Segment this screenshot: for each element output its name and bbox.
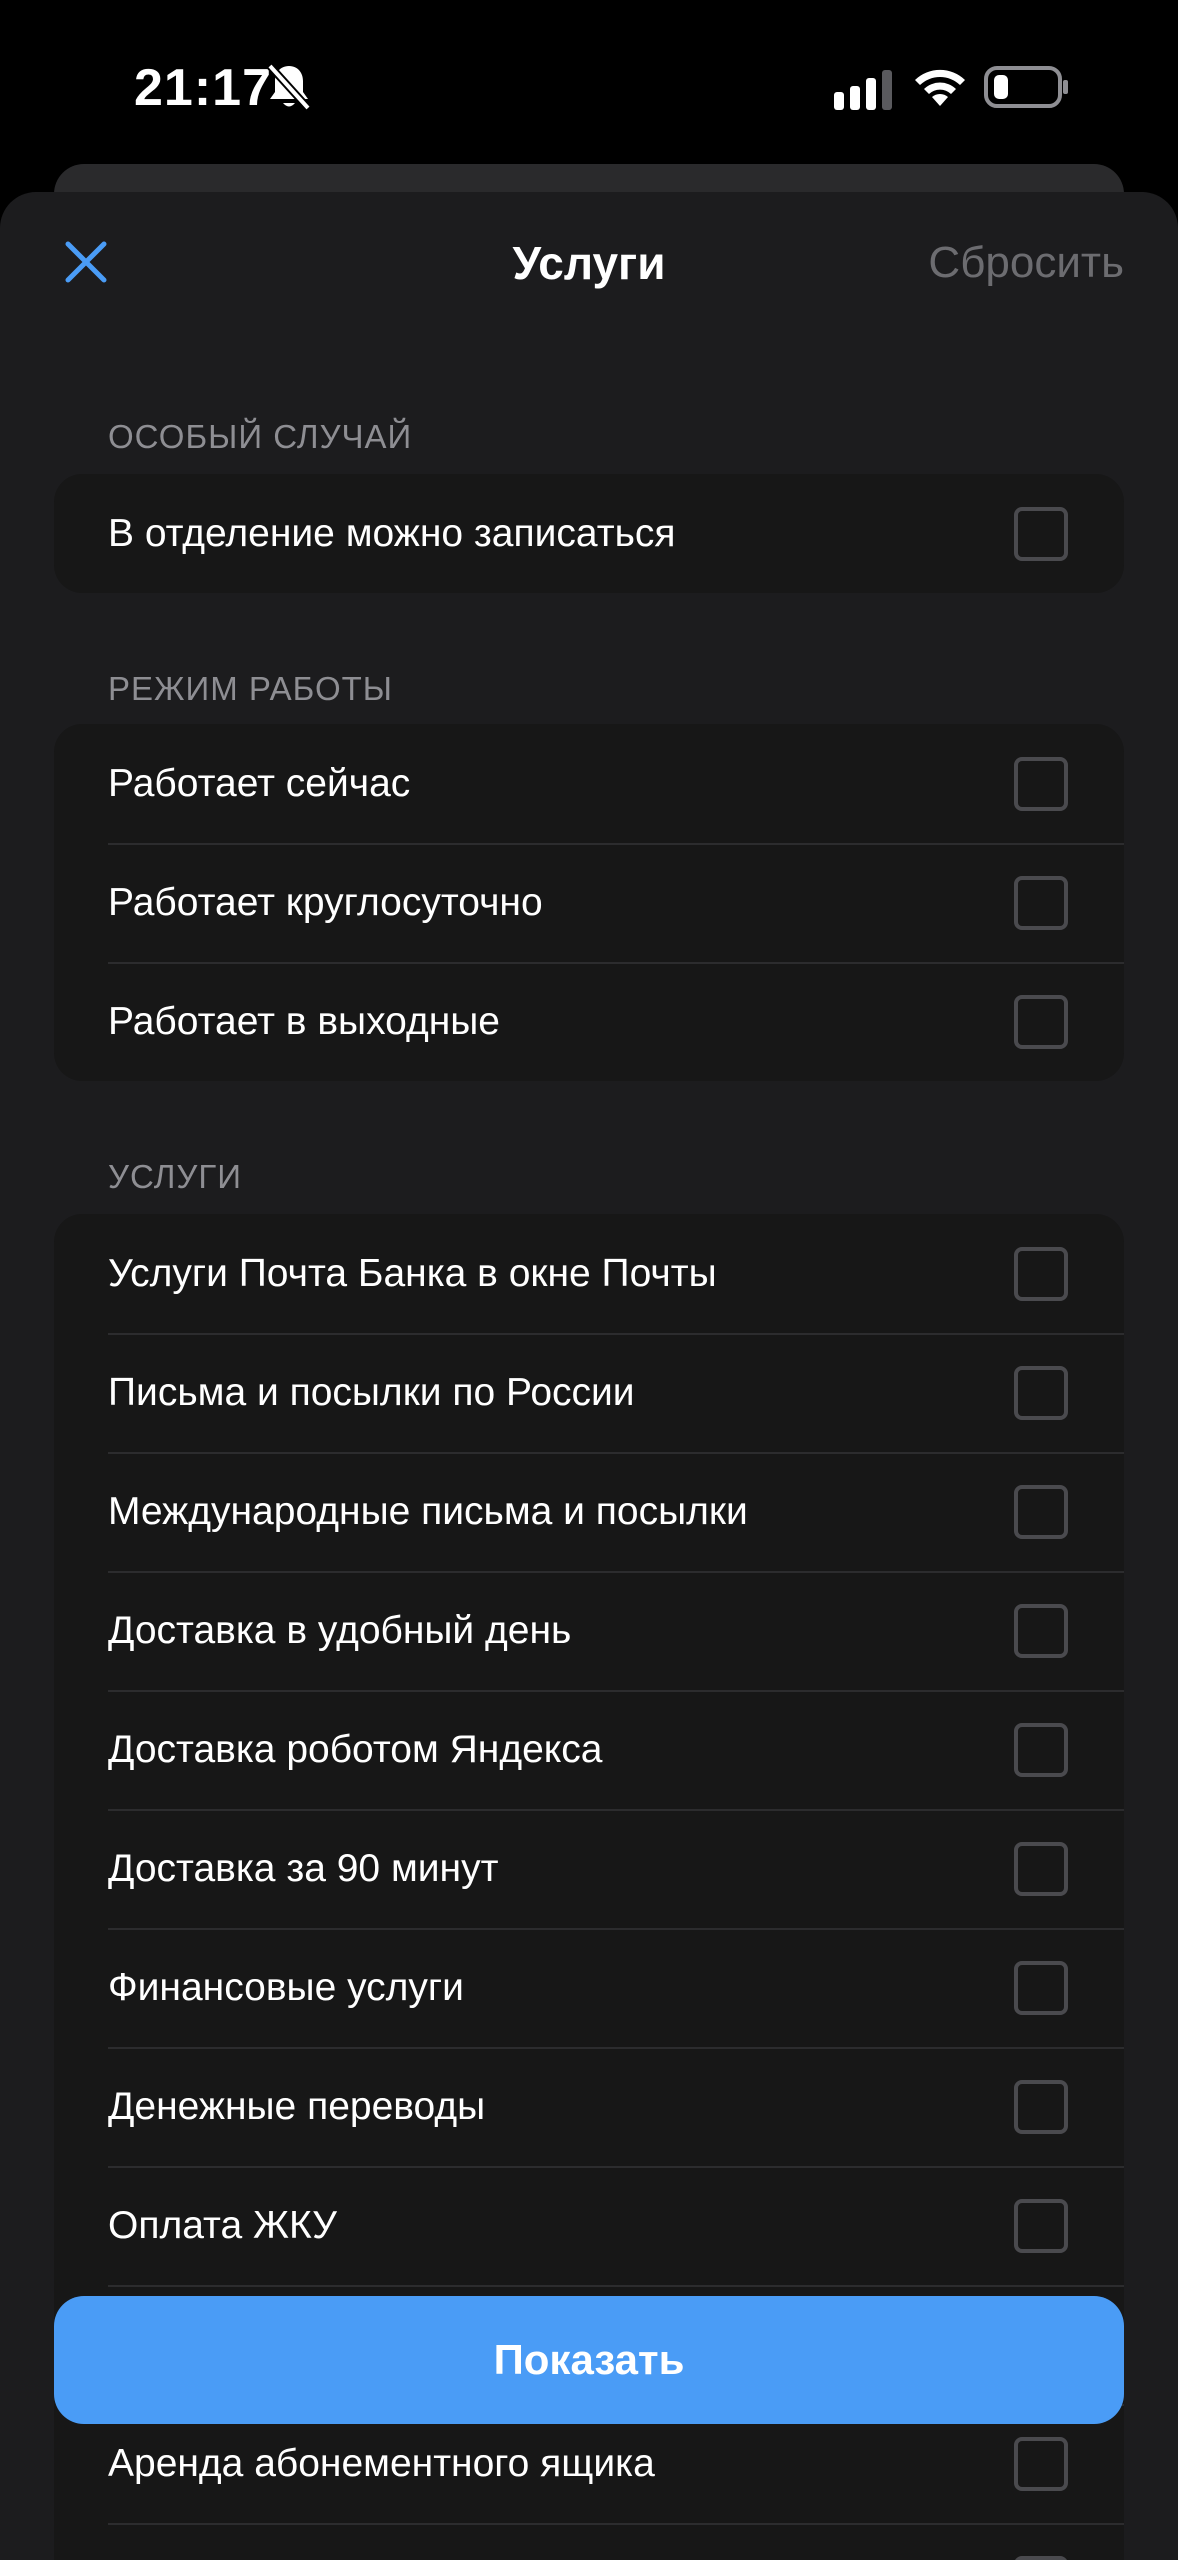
section-group-working-hours: Работает сейчас Работает круглосуточно Р…: [54, 724, 1124, 1081]
filter-row[interactable]: Работает сейчас: [54, 724, 1124, 843]
filter-row[interactable]: В отделение можно записаться: [54, 474, 1124, 593]
filter-sheet: Услуги Сбросить ОСОБЫЙ СЛУЧАЙ В отделени…: [0, 192, 1178, 2560]
filter-row-label: Работает в выходные: [108, 999, 500, 1043]
filter-row[interactable]: Доставка за 90 минут: [54, 1809, 1124, 1928]
checkbox[interactable]: [1014, 2079, 1068, 2134]
cellular-signal-icon: [834, 70, 892, 110]
filter-row-label: В отделение можно записаться: [108, 511, 676, 555]
filter-row-partial[interactable]: [54, 2523, 1124, 2560]
wifi-icon: [915, 69, 965, 106]
checkbox[interactable]: [1014, 1960, 1068, 2015]
filter-row-label: Письма и посылки по России: [108, 1370, 635, 1414]
filter-row[interactable]: Международные письма и посылки: [54, 1452, 1124, 1571]
checkbox[interactable]: [1014, 1484, 1068, 1539]
filter-row-label: Оплата ЖКУ: [108, 2203, 337, 2247]
filter-row-label: Денежные переводы: [108, 2084, 486, 2128]
filter-row-label: Доставка за 90 минут: [108, 1846, 499, 1890]
filter-row-label: Финансовые услуги: [108, 1965, 464, 2009]
filter-row[interactable]: Финансовые услуги: [54, 1928, 1124, 2047]
checkbox[interactable]: [1014, 2555, 1068, 2560]
section-header-working-hours: РЕЖИМ РАБОТЫ: [108, 670, 394, 707]
show-results-button[interactable]: Показать: [54, 2296, 1124, 2424]
checkbox[interactable]: [1014, 1841, 1068, 1896]
section-header-services: УСЛУГИ: [108, 1158, 242, 1195]
filter-row-label: Доставка в удобный день: [108, 1608, 572, 1652]
bell-muted-icon: [267, 63, 311, 111]
status-bar: 21:17: [0, 0, 1178, 170]
status-time: 21:17: [134, 59, 272, 117]
battery-icon: [984, 66, 1068, 108]
filter-row[interactable]: Работает в выходные: [54, 962, 1124, 1081]
checkbox[interactable]: [1014, 1365, 1068, 1420]
filter-row-label: Аренда абонементного ящика: [108, 2441, 655, 2485]
checkbox[interactable]: [1014, 2436, 1068, 2491]
checkbox[interactable]: [1014, 2198, 1068, 2253]
checkbox[interactable]: [1014, 1722, 1068, 1777]
filter-row-label: Международные письма и посылки: [108, 1489, 748, 1533]
filter-row[interactable]: Денежные переводы: [54, 2047, 1124, 2166]
reset-button[interactable]: Сбросить: [928, 238, 1124, 288]
sheet-header: Услуги Сбросить: [0, 192, 1178, 342]
filter-row[interactable]: Доставка роботом Яндекса: [54, 1690, 1124, 1809]
section-group-special-case: В отделение можно записаться: [54, 474, 1124, 593]
checkbox[interactable]: [1014, 756, 1068, 811]
filter-row[interactable]: Услуги Почта Банка в окне Почты: [54, 1214, 1124, 1333]
filter-row[interactable]: Доставка в удобный день: [54, 1571, 1124, 1690]
checkbox[interactable]: [1014, 506, 1068, 561]
filter-row[interactable]: Письма и посылки по России: [54, 1333, 1124, 1452]
checkbox[interactable]: [1014, 875, 1068, 930]
filter-row-label: Работает круглосуточно: [108, 880, 543, 924]
checkbox[interactable]: [1014, 1603, 1068, 1658]
checkbox[interactable]: [1014, 1246, 1068, 1301]
filter-row-label: Доставка роботом Яндекса: [108, 1727, 603, 1771]
checkbox[interactable]: [1014, 994, 1068, 1049]
filter-row-label: Услуги Почта Банка в окне Почты: [108, 1251, 717, 1295]
filter-row[interactable]: Работает круглосуточно: [54, 843, 1124, 962]
filter-row-label: Работает сейчас: [108, 761, 411, 805]
filter-row[interactable]: Оплата ЖКУ: [54, 2166, 1124, 2285]
section-header-special-case: ОСОБЫЙ СЛУЧАЙ: [108, 418, 413, 455]
